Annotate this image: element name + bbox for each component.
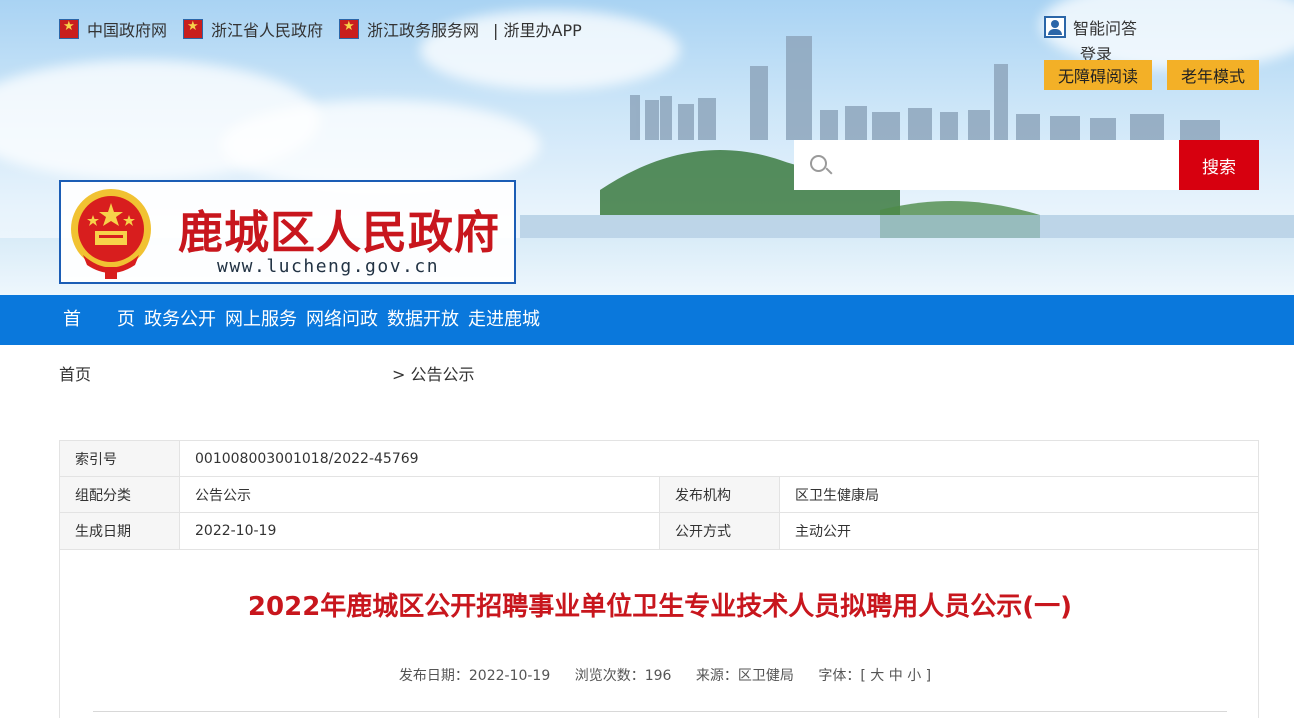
mode-value: 主动公开 bbox=[795, 524, 851, 540]
view-count: 浏览次数：196 bbox=[574, 668, 672, 684]
emblem-icon bbox=[339, 19, 360, 39]
font-size-control: 字体：[ 大 中 小 ] bbox=[818, 668, 931, 684]
font-size-label: 字体：[ bbox=[818, 668, 866, 684]
banner-cloud bbox=[220, 100, 540, 190]
index-value: 001008003001018/2022-45769 bbox=[195, 450, 419, 467]
nav-home[interactable]: 首 页 bbox=[63, 295, 135, 345]
toplink-label: 浙江政务服务网 bbox=[367, 21, 480, 40]
mode-label: 公开方式 bbox=[660, 513, 780, 549]
date-value: 2022-10-19 bbox=[180, 513, 660, 549]
info-row: 索引号 001008003001018/2022-45769 bbox=[60, 441, 1258, 477]
breadcrumb-current[interactable]: > 公告公示 bbox=[392, 361, 475, 385]
article-divider bbox=[93, 711, 1227, 712]
assistant-label: 智能问答 bbox=[1073, 19, 1138, 38]
nav-open-data[interactable]: 数据开放 bbox=[387, 295, 459, 345]
search-input[interactable] bbox=[842, 140, 1172, 190]
nav-online-service[interactable]: 网上服务 bbox=[225, 295, 297, 345]
font-size-close: ] bbox=[925, 668, 932, 684]
breadcrumb-home[interactable]: 首页 bbox=[59, 361, 91, 385]
font-large-button[interactable]: 大 bbox=[870, 668, 884, 684]
accessibility-button[interactable]: 无障碍阅读 bbox=[1044, 60, 1152, 90]
search-box bbox=[794, 140, 1179, 190]
toplink-china-gov[interactable]: 中国政府网 bbox=[59, 17, 167, 41]
publish-date: 发布日期：2022-10-19 bbox=[398, 668, 551, 684]
font-medium-button[interactable]: 中 bbox=[889, 668, 903, 684]
top-links: 中国政府网 浙江省人民政府 浙江政务服务网 | 浙里办APP bbox=[59, 17, 598, 41]
search-icon bbox=[810, 155, 827, 172]
toplink-zhejiang-service[interactable]: 浙江政务服务网 bbox=[339, 17, 479, 41]
toplink-label: 中国政府网 bbox=[87, 21, 168, 40]
toplink-zhejiang-gov[interactable]: 浙江省人民政府 bbox=[183, 17, 323, 41]
category-label: 组配分类 bbox=[60, 477, 180, 512]
toplink-label: 浙江省人民政府 bbox=[211, 21, 324, 40]
logo-title: 鹿城区人民政府 bbox=[178, 206, 501, 259]
info-row: 组配分类 公告公示 发布机构 区卫生健康局 bbox=[60, 477, 1258, 513]
nav-about-lucheng[interactable]: 走进鹿城 bbox=[468, 295, 540, 345]
logo-url: www.lucheng.gov.cn bbox=[217, 256, 440, 277]
index-label: 索引号 bbox=[60, 441, 180, 476]
font-small-button[interactable]: 小 bbox=[907, 668, 921, 684]
publisher-label: 发布机构 bbox=[660, 477, 780, 512]
toplink-zheliban-app[interactable]: | 浙里办APP bbox=[493, 17, 582, 41]
emblem-icon bbox=[59, 19, 79, 39]
date-label: 生成日期 bbox=[60, 513, 180, 549]
site-logo[interactable]: 鹿城区人民政府 www.lucheng.gov.cn bbox=[59, 180, 516, 284]
article-source: 来源：区卫健局 bbox=[695, 668, 794, 684]
header-banner: 中国政府网 浙江省人民政府 浙江政务服务网 | 浙里办APP 智能问答 登录 无… bbox=[0, 0, 1294, 295]
user-icon bbox=[1044, 16, 1066, 38]
nav-gov-affairs[interactable]: 政务公开 bbox=[144, 295, 216, 345]
elder-mode-button[interactable]: 老年模式 bbox=[1167, 60, 1259, 90]
publisher-value: 区卫生健康局 bbox=[795, 487, 879, 504]
info-row: 生成日期 2022-10-19 公开方式 主动公开 bbox=[60, 513, 1258, 549]
article-meta: 发布日期：2022-10-19 浏览次数：196 来源：区卫健局 字体：[ 大 … bbox=[60, 665, 1260, 685]
nav-online-inquiry[interactable]: 网络问政 bbox=[306, 295, 378, 345]
category-value: 公告公示 bbox=[180, 477, 660, 512]
emblem-icon bbox=[183, 19, 204, 39]
document-info-table: 索引号 001008003001018/2022-45769 组配分类 公告公示… bbox=[59, 440, 1259, 550]
national-emblem-icon bbox=[71, 189, 151, 279]
search-button[interactable]: 搜索 bbox=[1179, 140, 1259, 190]
article: 2022年鹿城区公开招聘事业单位卫生专业技术人员拟聘用人员公示(一) 发布日期：… bbox=[59, 548, 1259, 718]
main-nav: 首 页 政务公开 网上服务 网络问政 数据开放 走进鹿城 bbox=[0, 295, 1294, 345]
assistant-link[interactable]: 智能问答 bbox=[1044, 15, 1137, 39]
article-title: 2022年鹿城区公开招聘事业单位卫生专业技术人员拟聘用人员公示(一) bbox=[247, 592, 1073, 622]
